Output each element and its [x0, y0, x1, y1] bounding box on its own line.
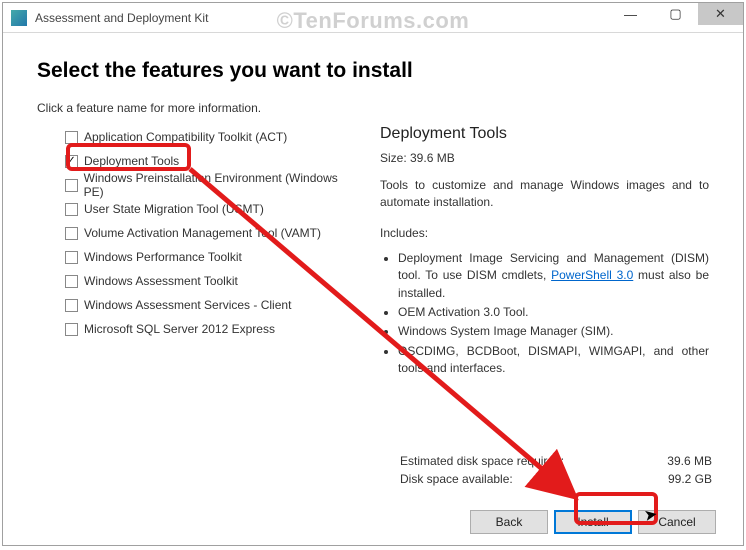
- checkbox-icon[interactable]: [65, 275, 78, 288]
- checkbox-icon[interactable]: [65, 299, 78, 312]
- cancel-button[interactable]: Cancel: [638, 510, 716, 534]
- install-button[interactable]: Install: [554, 510, 632, 534]
- checkbox-icon[interactable]: [65, 179, 78, 192]
- page-subtext: Click a feature name for more informatio…: [37, 101, 709, 115]
- includes-list: Deployment Image Servicing and Managemen…: [398, 250, 709, 378]
- feature-was-client[interactable]: Windows Assessment Services - Client: [65, 293, 352, 317]
- window-title: Assessment and Deployment Kit: [35, 11, 208, 25]
- available-value: 99.2 GB: [668, 470, 712, 488]
- checkbox-icon[interactable]: [65, 227, 78, 240]
- titlebar: Assessment and Deployment Kit — ▢ ✕: [3, 3, 743, 33]
- back-button[interactable]: Back: [470, 510, 548, 534]
- feature-label: User State Migration Tool (USMT): [84, 202, 264, 216]
- minimize-button[interactable]: —: [608, 3, 653, 25]
- feature-wpt[interactable]: Windows Performance Toolkit: [65, 245, 352, 269]
- required-label: Estimated disk space required:: [400, 452, 564, 470]
- detail-title: Deployment Tools: [380, 125, 709, 143]
- wizard-buttons: Back Install Cancel: [470, 510, 716, 534]
- feature-winpe[interactable]: Windows Preinstallation Environment (Win…: [65, 173, 352, 197]
- app-icon: [11, 10, 27, 26]
- powershell-link[interactable]: PowerShell 3.0: [551, 268, 633, 282]
- include-item: OSCDIMG, BCDBoot, DISMAPI, WIMGAPI, and …: [398, 343, 709, 378]
- feature-detail-pane: Deployment Tools Size: 39.6 MB Tools to …: [380, 125, 709, 380]
- feature-label: Microsoft SQL Server 2012 Express: [84, 322, 275, 336]
- feature-usmt[interactable]: User State Migration Tool (USMT): [65, 197, 352, 221]
- checkbox-icon[interactable]: [65, 131, 78, 144]
- checkbox-icon[interactable]: ✓: [65, 155, 78, 168]
- required-value: 39.6 MB: [667, 452, 712, 470]
- include-item: Deployment Image Servicing and Managemen…: [398, 250, 709, 302]
- window-controls: — ▢ ✕: [608, 3, 743, 25]
- include-item: Windows System Image Manager (SIM).: [398, 323, 709, 340]
- feature-wat[interactable]: Windows Assessment Toolkit: [65, 269, 352, 293]
- detail-size: Size: 39.6 MB: [380, 151, 709, 165]
- detail-description: Tools to customize and manage Windows im…: [380, 177, 709, 212]
- feature-label: Volume Activation Management Tool (VAMT): [84, 226, 321, 240]
- page-heading: Select the features you want to install: [37, 59, 709, 83]
- feature-list: Application Compatibility Toolkit (ACT) …: [37, 125, 352, 380]
- feature-label: Windows Performance Toolkit: [84, 250, 242, 264]
- feature-label: Application Compatibility Toolkit (ACT): [84, 130, 287, 144]
- feature-act[interactable]: Application Compatibility Toolkit (ACT): [65, 125, 352, 149]
- include-item: OEM Activation 3.0 Tool.: [398, 304, 709, 321]
- feature-sql-express[interactable]: Microsoft SQL Server 2012 Express: [65, 317, 352, 341]
- checkbox-icon[interactable]: [65, 323, 78, 336]
- disk-estimates: Estimated disk space required: 39.6 MB D…: [400, 452, 712, 488]
- feature-label: Windows Preinstallation Environment (Win…: [84, 171, 352, 199]
- feature-label: Deployment Tools: [84, 154, 179, 168]
- checkbox-icon[interactable]: [65, 251, 78, 264]
- installer-window: Assessment and Deployment Kit — ▢ ✕ ©Ten…: [2, 2, 744, 546]
- feature-deployment-tools[interactable]: ✓ Deployment Tools: [65, 149, 352, 173]
- checkbox-icon[interactable]: [65, 203, 78, 216]
- feature-vamt[interactable]: Volume Activation Management Tool (VAMT): [65, 221, 352, 245]
- feature-label: Windows Assessment Services - Client: [84, 298, 291, 312]
- maximize-button[interactable]: ▢: [653, 3, 698, 25]
- feature-label: Windows Assessment Toolkit: [84, 274, 238, 288]
- close-button[interactable]: ✕: [698, 3, 743, 25]
- includes-label: Includes:: [380, 226, 709, 240]
- available-label: Disk space available:: [400, 470, 513, 488]
